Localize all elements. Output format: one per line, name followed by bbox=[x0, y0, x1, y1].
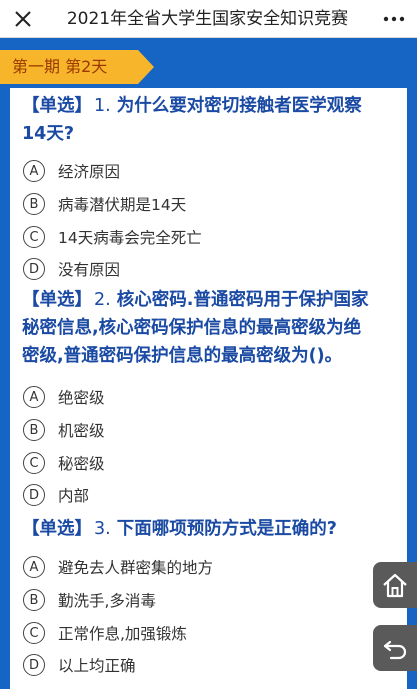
question-number: 2. bbox=[94, 290, 111, 310]
option-2a[interactable]: A 绝密级 bbox=[23, 384, 105, 410]
top-bar: 2021年全省大学生国家安全知识竞赛 bbox=[0, 0, 417, 38]
option-2d[interactable]: D 内部 bbox=[23, 482, 89, 508]
option-letter: B bbox=[23, 589, 45, 611]
option-letter: D bbox=[23, 654, 45, 676]
option-2c[interactable]: C 秘密级 bbox=[23, 450, 105, 476]
option-text: 秘密级 bbox=[58, 455, 105, 473]
option-letter: D bbox=[23, 484, 45, 506]
period-label: 第一期 第2天 bbox=[12, 57, 108, 76]
page-title: 2021年全省大学生国家安全知识竞赛 bbox=[66, 9, 349, 29]
question-text-line: 秘密信息,核心密码保护信息的最高密级为绝 bbox=[22, 318, 362, 338]
question-card: 【单选】 1. 为什么要对密切接触者医学观察 14天? A 经济原因 B 病毒潜伏… bbox=[10, 88, 407, 689]
question-text-line: 密级,普通密码保护信息的最高密级为()。 bbox=[22, 346, 343, 366]
option-3d[interactable]: D 以上均正确 bbox=[23, 652, 136, 678]
question-1: 【单选】 1. 为什么要对密切接触者医学观察 14天? bbox=[22, 92, 401, 148]
option-letter: A bbox=[23, 160, 45, 182]
quiz-content: 第一期 第2天 【单选】 1. 为什么要对密切接触者医学观察 14天? A 经济原… bbox=[0, 38, 417, 689]
option-3a[interactable]: A 避免去人群密集的地方 bbox=[23, 554, 213, 580]
question-text: 核心密码.普通密码用于保护国家 bbox=[116, 290, 369, 310]
more-dots-icon[interactable] bbox=[381, 9, 407, 29]
option-3c[interactable]: C 正常作息,加强锻炼 bbox=[23, 620, 187, 646]
option-1a[interactable]: A 经济原因 bbox=[23, 158, 120, 184]
option-text: 机密级 bbox=[58, 422, 105, 440]
option-text: 14天病毒会完全死亡 bbox=[58, 229, 202, 247]
option-1b[interactable]: B 病毒潜伏期是14天 bbox=[23, 191, 186, 217]
option-letter: C bbox=[23, 226, 45, 248]
question-text: 为什么要对密切接触者医学观察 bbox=[116, 96, 362, 116]
option-letter: C bbox=[23, 452, 45, 474]
question-type: 【单选】 bbox=[22, 290, 92, 310]
option-text: 经济原因 bbox=[58, 163, 121, 181]
period-tag: 第一期 第2天 bbox=[0, 50, 154, 84]
question-number: 1. bbox=[94, 96, 111, 116]
home-icon bbox=[383, 573, 407, 598]
option-letter: C bbox=[23, 622, 45, 644]
question-3: 【单选】 3. 下面哪项预防方式是正确的? bbox=[22, 515, 401, 543]
option-1d[interactable]: D 没有原因 bbox=[23, 256, 120, 282]
option-text: 病毒潜伏期是14天 bbox=[58, 196, 187, 214]
question-2: 【单选】 2. 核心密码.普通密码用于保护国家 秘密信息,核心密码保护信息的最高密… bbox=[22, 286, 401, 370]
question-text: 下面哪项预防方式是正确的? bbox=[116, 519, 337, 539]
option-letter: D bbox=[23, 258, 45, 280]
option-text: 避免去人群密集的地方 bbox=[58, 559, 214, 577]
option-text: 没有原因 bbox=[58, 261, 121, 279]
back-icon bbox=[383, 640, 407, 660]
close-icon[interactable] bbox=[10, 6, 36, 32]
option-text: 绝密级 bbox=[58, 389, 105, 407]
question-type: 【单选】 bbox=[22, 96, 92, 116]
question-type: 【单选】 bbox=[22, 519, 92, 539]
option-text: 内部 bbox=[58, 487, 90, 505]
option-1c[interactable]: C 14天病毒会完全死亡 bbox=[23, 224, 202, 250]
home-button[interactable] bbox=[373, 562, 417, 608]
option-letter: B bbox=[23, 419, 45, 441]
question-number: 3. bbox=[94, 519, 111, 539]
option-letter: B bbox=[23, 193, 45, 215]
option-letter: A bbox=[23, 386, 45, 408]
back-button[interactable] bbox=[373, 625, 417, 671]
option-text: 以上均正确 bbox=[58, 657, 136, 675]
option-3b[interactable]: B 勤洗手,多消毒 bbox=[23, 587, 156, 613]
option-2b[interactable]: B 机密级 bbox=[23, 417, 105, 443]
option-text: 正常作息,加强锻炼 bbox=[58, 625, 187, 643]
option-letter: A bbox=[23, 556, 45, 578]
option-text: 勤洗手,多消毒 bbox=[58, 592, 156, 610]
question-text-line: 14天? bbox=[22, 124, 75, 144]
